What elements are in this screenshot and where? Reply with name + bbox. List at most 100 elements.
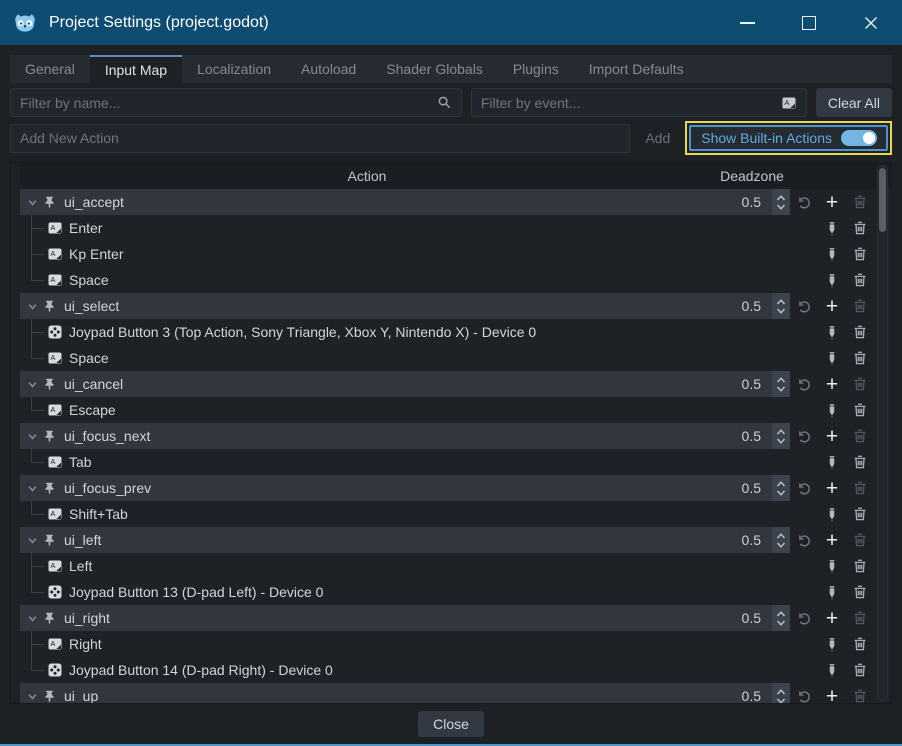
edit-event-button[interactable] bbox=[818, 449, 846, 475]
spinbox-updown-icon[interactable] bbox=[772, 423, 790, 449]
remove-action-button[interactable] bbox=[846, 475, 874, 501]
action-row[interactable]: ui_left0.5+ bbox=[20, 527, 891, 553]
collapse-chevron-icon[interactable] bbox=[24, 691, 40, 702]
show-builtin-actions-toggle[interactable]: Show Built-in Actions bbox=[689, 125, 888, 151]
tab-shader-globals[interactable]: Shader Globals bbox=[371, 55, 498, 83]
remove-event-button[interactable] bbox=[846, 215, 874, 241]
add-event-button[interactable]: + bbox=[818, 189, 846, 215]
add-new-action-input[interactable]: Add New Action bbox=[10, 124, 630, 153]
event-row[interactable]: AEscape bbox=[20, 397, 891, 423]
revert-deadzone-button[interactable] bbox=[790, 189, 818, 215]
tab-autoload[interactable]: Autoload bbox=[286, 55, 371, 83]
remove-event-button[interactable] bbox=[846, 631, 874, 657]
revert-deadzone-button[interactable] bbox=[790, 605, 818, 631]
event-row[interactable]: Joypad Button 13 (D-pad Left) - Device 0 bbox=[20, 579, 891, 605]
remove-action-button[interactable] bbox=[846, 371, 874, 397]
remove-event-button[interactable] bbox=[846, 449, 874, 475]
deadzone-spinbox[interactable]: 0.5 bbox=[742, 423, 790, 449]
event-row[interactable]: Joypad Button 14 (D-pad Right) - Device … bbox=[20, 657, 891, 683]
remove-event-button[interactable] bbox=[846, 397, 874, 423]
clear-all-button[interactable]: Clear All bbox=[816, 88, 892, 117]
edit-event-button[interactable] bbox=[818, 241, 846, 267]
deadzone-spinbox[interactable]: 0.5 bbox=[742, 605, 790, 631]
revert-deadzone-button[interactable] bbox=[790, 371, 818, 397]
vertical-scrollbar[interactable] bbox=[877, 165, 888, 701]
edit-event-button[interactable] bbox=[818, 631, 846, 657]
add-event-button[interactable]: + bbox=[818, 605, 846, 631]
revert-deadzone-button[interactable] bbox=[790, 293, 818, 319]
deadzone-spinbox[interactable]: 0.5 bbox=[742, 293, 790, 319]
revert-deadzone-button[interactable] bbox=[790, 683, 818, 704]
event-row[interactable]: AShift+Tab bbox=[20, 501, 891, 527]
remove-event-button[interactable] bbox=[846, 345, 874, 371]
edit-event-button[interactable] bbox=[818, 215, 846, 241]
action-row[interactable]: ui_focus_next0.5+ bbox=[20, 423, 891, 449]
close-window-button[interactable] bbox=[840, 0, 902, 45]
deadzone-spinbox[interactable]: 0.5 bbox=[742, 189, 790, 215]
spinbox-updown-icon[interactable] bbox=[772, 189, 790, 215]
add-event-button[interactable]: + bbox=[818, 293, 846, 319]
add-event-button[interactable]: + bbox=[818, 683, 846, 704]
deadzone-spinbox[interactable]: 0.5 bbox=[742, 475, 790, 501]
add-event-button[interactable]: + bbox=[818, 527, 846, 553]
remove-action-button[interactable] bbox=[846, 293, 874, 319]
tab-localization[interactable]: Localization bbox=[182, 55, 286, 83]
remove-event-button[interactable] bbox=[846, 267, 874, 293]
event-row[interactable]: AKp Enter bbox=[20, 241, 891, 267]
action-row[interactable]: ui_cancel0.5+ bbox=[20, 371, 891, 397]
deadzone-spinbox[interactable]: 0.5 bbox=[742, 683, 790, 704]
toggle-on-icon[interactable] bbox=[841, 130, 877, 146]
add-button[interactable]: Add bbox=[634, 130, 681, 146]
edit-event-button[interactable] bbox=[818, 501, 846, 527]
tab-import-defaults[interactable]: Import Defaults bbox=[574, 55, 699, 83]
edit-event-button[interactable] bbox=[818, 657, 846, 683]
event-row[interactable]: ASpace bbox=[20, 345, 891, 371]
collapse-chevron-icon[interactable] bbox=[24, 379, 40, 390]
remove-action-button[interactable] bbox=[846, 605, 874, 631]
collapse-chevron-icon[interactable] bbox=[24, 483, 40, 494]
close-button[interactable]: Close bbox=[418, 711, 484, 737]
remove-event-button[interactable] bbox=[846, 579, 874, 605]
filter-by-event-input[interactable]: Filter by event... A bbox=[471, 88, 807, 117]
action-row[interactable]: ui_focus_prev0.5+ bbox=[20, 475, 891, 501]
deadzone-spinbox[interactable]: 0.5 bbox=[742, 371, 790, 397]
tab-plugins[interactable]: Plugins bbox=[498, 55, 574, 83]
spinbox-updown-icon[interactable] bbox=[772, 293, 790, 319]
collapse-chevron-icon[interactable] bbox=[24, 431, 40, 442]
tab-input-map[interactable]: Input Map bbox=[90, 55, 182, 83]
edit-event-button[interactable] bbox=[818, 267, 846, 293]
remove-event-button[interactable] bbox=[846, 319, 874, 345]
remove-event-button[interactable] bbox=[846, 657, 874, 683]
edit-event-button[interactable] bbox=[818, 319, 846, 345]
spinbox-updown-icon[interactable] bbox=[772, 527, 790, 553]
remove-event-button[interactable] bbox=[846, 501, 874, 527]
add-event-button[interactable]: + bbox=[818, 475, 846, 501]
collapse-chevron-icon[interactable] bbox=[24, 613, 40, 624]
maximize-button[interactable] bbox=[778, 0, 840, 45]
add-event-button[interactable]: + bbox=[818, 423, 846, 449]
tab-general[interactable]: General bbox=[10, 55, 90, 83]
event-row[interactable]: Joypad Button 3 (Top Action, Sony Triang… bbox=[20, 319, 891, 345]
event-row[interactable]: AEnter bbox=[20, 215, 891, 241]
remove-action-button[interactable] bbox=[846, 189, 874, 215]
edit-event-button[interactable] bbox=[818, 397, 846, 423]
collapse-chevron-icon[interactable] bbox=[24, 535, 40, 546]
remove-action-button[interactable] bbox=[846, 683, 874, 704]
remove-action-button[interactable] bbox=[846, 527, 874, 553]
revert-deadzone-button[interactable] bbox=[790, 527, 818, 553]
event-row[interactable]: ASpace bbox=[20, 267, 891, 293]
spinbox-updown-icon[interactable] bbox=[772, 605, 790, 631]
remove-action-button[interactable] bbox=[846, 423, 874, 449]
revert-deadzone-button[interactable] bbox=[790, 475, 818, 501]
event-row[interactable]: ARight bbox=[20, 631, 891, 657]
edit-event-button[interactable] bbox=[818, 579, 846, 605]
edit-event-button[interactable] bbox=[818, 553, 846, 579]
revert-deadzone-button[interactable] bbox=[790, 423, 818, 449]
collapse-chevron-icon[interactable] bbox=[24, 197, 40, 208]
spinbox-updown-icon[interactable] bbox=[772, 371, 790, 397]
action-row[interactable]: ui_up0.5+ bbox=[20, 683, 891, 704]
scrollbar-handle[interactable] bbox=[879, 168, 886, 232]
edit-event-button[interactable] bbox=[818, 345, 846, 371]
event-row[interactable]: ALeft bbox=[20, 553, 891, 579]
deadzone-spinbox[interactable]: 0.5 bbox=[742, 527, 790, 553]
